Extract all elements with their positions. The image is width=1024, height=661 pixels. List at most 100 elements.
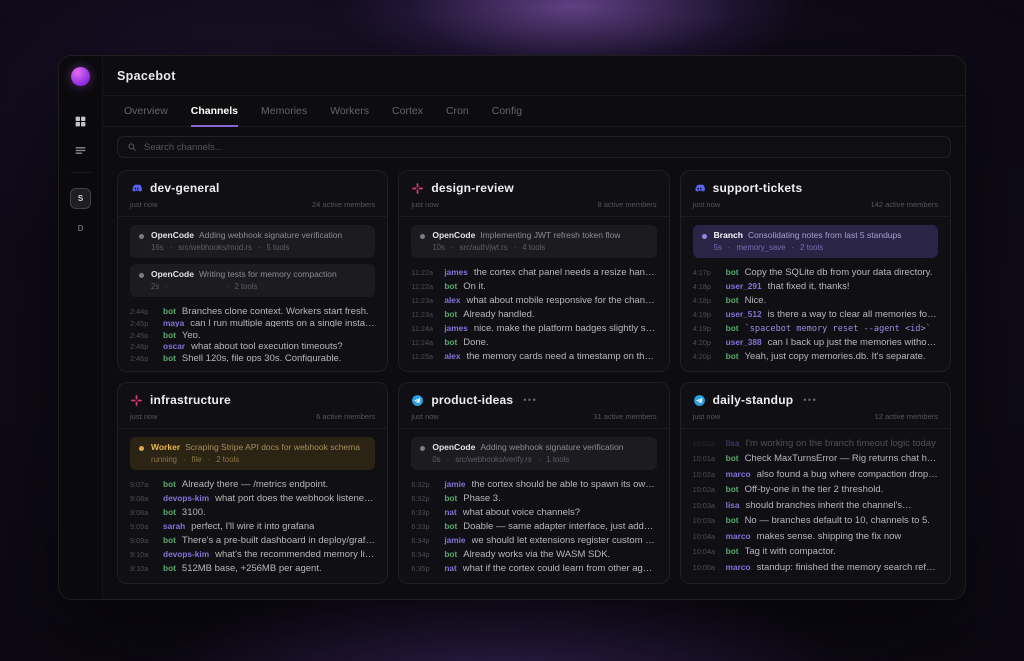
worker-meta: src/webhooks/mod.rs (178, 243, 252, 252)
desktop-background: S D Spacebot Overview Channels Memories Wor… (0, 0, 1024, 661)
search-input[interactable] (144, 142, 941, 153)
worker-meta-row: 10s·src/auth/jwt.rs·4 tools (432, 243, 647, 252)
message-username: user_291 (726, 279, 762, 292)
sidebar-divider (71, 172, 91, 173)
sidebar-avatar-s[interactable]: S (70, 188, 91, 209)
worker-meta: 16s (151, 243, 164, 252)
tabs: Overview Channels Memories Workers Cortex Cro… (103, 96, 965, 127)
channel-updated: just now (693, 200, 721, 209)
message-timestamp: 4:18p (693, 294, 720, 306)
tab-config[interactable]: Config (492, 96, 522, 127)
message-username: sarah (163, 519, 185, 532)
message-row: 10:04a bot Tag it with compactor. (693, 544, 938, 558)
message-timestamp: 9:09a (130, 520, 157, 532)
message-row: 6:33p nat what about voice channels? (411, 505, 656, 518)
message-row: 10:00a marco standup: finished the memor… (693, 560, 938, 574)
tab-cortex[interactable]: Cortex (392, 96, 423, 127)
message-row: 4:17p bot Copy the SQLite db from your d… (693, 265, 938, 278)
worker-description: Adding webhook signature verification (480, 442, 623, 452)
worker-meta: 5s (714, 243, 722, 252)
worker-status-block: Worker Scraping Stripe API docs for webh… (130, 437, 375, 470)
app-header: Spacebot (103, 56, 965, 96)
message-username: oscar (163, 339, 185, 350)
message-text: nice. make the platform badges slightly … (474, 322, 657, 334)
search-bar[interactable] (117, 136, 951, 158)
cards-grid: dev-general just now 24 active members O… (103, 168, 965, 598)
worker-status-block: OpenCode Writing tests for memory compac… (130, 264, 375, 297)
channel-card[interactable]: dev-general just now 24 active members O… (117, 170, 388, 372)
card-menu-button[interactable]: ••• (523, 395, 537, 405)
tab-channels[interactable]: Channels (191, 96, 238, 127)
channel-name: design-review (431, 181, 514, 195)
message-timestamp: 9:10a (130, 562, 157, 574)
tab-overview[interactable]: Overview (124, 96, 168, 127)
discord-icon (130, 182, 143, 195)
meta-separator: · (728, 243, 731, 252)
channel-card[interactable]: daily-standup ••• just now 12 active mem… (680, 382, 951, 584)
list-icon[interactable] (74, 143, 88, 157)
message-username: bot (726, 482, 739, 496)
worker-label: Branch (714, 230, 743, 240)
worker-meta: 2 tools (216, 455, 239, 464)
worker-status-block: OpenCode Adding webhook signature verifi… (411, 437, 656, 470)
tab-cron[interactable]: Cron (446, 96, 469, 127)
message-timestamp: 2:46p (130, 352, 157, 362)
worker-meta: src/auth/jwt.rs (460, 243, 508, 252)
message-username: james (444, 321, 468, 334)
slack-icon (130, 394, 143, 407)
message-username: bot (726, 513, 739, 527)
message-username: james (444, 265, 468, 278)
tab-memories[interactable]: Memories (261, 96, 307, 127)
apps-grid-icon[interactable] (74, 114, 88, 128)
message-list: 2:44p bot Branches clone context. Worker… (130, 304, 375, 362)
channel-card[interactable]: infrastructure just now 6 active members… (117, 382, 388, 584)
channel-updated: just now (130, 200, 158, 209)
message-text: should branches inherit the channel's… (746, 499, 912, 512)
message-timestamp: 10:02a (693, 468, 720, 481)
message-timestamp: 9:08a (130, 506, 157, 518)
message-text: There's a pre-built dashboard in deploy/… (182, 534, 375, 546)
message-timestamp: 4:20p (693, 350, 720, 362)
status-dot-icon (420, 446, 425, 451)
message-timestamp: 6:32p (411, 478, 438, 490)
message-row: 6:32p jamie the cortex should be able to… (411, 477, 656, 490)
discord-icon (693, 182, 706, 195)
message-username: lisa (726, 436, 740, 450)
card-menu-button[interactable]: ••• (803, 395, 817, 405)
card-header: product-ideas ••• just now 31 active mem… (399, 383, 668, 429)
main-panel: Spacebot Overview Channels Memories Workers… (103, 56, 965, 599)
telegram-icon (411, 394, 424, 407)
tab-workers[interactable]: Workers (330, 96, 369, 127)
status-dot-icon (139, 234, 144, 239)
message-row: 2:46p bot Shell 120s, file ops 30s. Conf… (130, 351, 375, 362)
message-row: 9:08a bot 3100. (130, 505, 375, 518)
status-dot-icon (139, 273, 144, 278)
message-row: 4:20p bot Yeah, just copy memories.db. I… (693, 349, 938, 362)
channel-card[interactable]: product-ideas ••• just now 31 active mem… (398, 382, 669, 584)
message-username: bot (163, 561, 176, 574)
channel-card[interactable]: design-review just now 8 active members … (398, 170, 669, 372)
worker-description: Writing tests for memory compaction (199, 269, 337, 279)
message-row: 2:46p oscar what about tool execution ti… (130, 339, 375, 350)
meta-separator: · (226, 282, 229, 291)
worker-list: Branch Consolidating notes from last 5 s… (693, 225, 938, 258)
channel-members-count: 24 active members (312, 200, 375, 209)
spacebot-logo-icon[interactable] (71, 67, 90, 86)
message-username: bot (163, 328, 176, 339)
worker-meta: 2 tools (800, 243, 823, 252)
message-text: 512MB base, +256MB per agent. (182, 562, 322, 574)
message-username: maya (163, 316, 184, 327)
message-username: jamie (444, 477, 465, 490)
channel-card[interactable]: support-tickets just now 142 active memb… (680, 170, 951, 372)
message-row: 11:23a alex what about mobile responsive… (411, 293, 656, 306)
message-row: 11:24a james nice. make the platform bad… (411, 321, 656, 334)
message-timestamp: 6:35p (411, 562, 438, 574)
message-username: bot (444, 307, 457, 320)
worker-description: Adding webhook signature verification (199, 230, 342, 240)
message-text: what if the cortex could learn from othe… (463, 562, 657, 574)
channel-updated: just now (411, 200, 439, 209)
message-username: marco (726, 529, 751, 543)
slack-icon (411, 182, 424, 195)
sidebar-avatar-d[interactable]: D (78, 224, 84, 233)
message-row: 9:10a bot 512MB base, +256MB per agent. (130, 561, 375, 574)
